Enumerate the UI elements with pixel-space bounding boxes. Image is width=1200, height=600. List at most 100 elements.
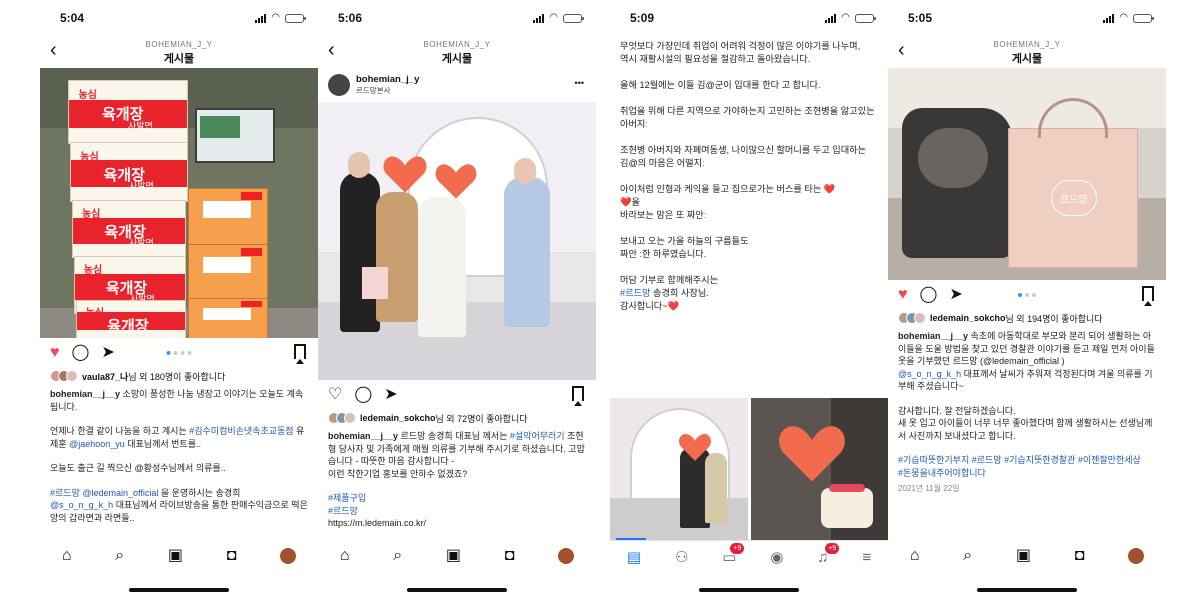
author-username[interactable]: bohemian_j_y [356, 74, 419, 85]
header-title: 게시물 [163, 53, 195, 65]
post-photo[interactable] [318, 102, 596, 380]
post-date: 2021년 11월 22일 [898, 484, 960, 493]
photo-grid [610, 398, 888, 540]
signal-icon [825, 13, 837, 23]
likes-username[interactable]: ledemain_sokcho [360, 413, 436, 423]
bookmark-icon[interactable] [294, 344, 306, 364]
hashtag-link[interactable]: #기습따뜻한기부지 #르드망 #기습지뜻한경찰관 #이젠잘만한세상 [898, 455, 1141, 465]
notifications-bell-icon[interactable]: ♫ +9 [817, 543, 840, 565]
body-text: 송경희 사장님. [650, 288, 709, 298]
facebook-post-screen: 5:09 ◠ 무엇보다 가장인데 취업이 어려워 걱정이 많은 이야기를 나누며… [610, 0, 888, 600]
back-arrow-icon[interactable]: ‹ [898, 40, 905, 60]
news-feed-icon[interactable]: ▤ [627, 550, 641, 565]
post-header: ‹ BOHEMIAN_J_Y 게시물 [318, 36, 596, 68]
post-photo[interactable]: 농심육개장사발면 농심육개장사발면 농심육개장사발면 농심육개장사발면 농심육개… [40, 68, 318, 338]
search-icon[interactable]: ⌕ [115, 548, 124, 564]
author-avatar[interactable] [328, 74, 350, 96]
post-location[interactable]: 르드망본사 [356, 85, 419, 96]
notifications-badge: +9 [825, 543, 840, 554]
bottom-nav: ⌂ ⌕ ▣ ◘ [318, 540, 596, 572]
share-icon[interactable]: ➤ [949, 287, 962, 303]
body-text: 감사합니다~❤️ [620, 301, 680, 311]
caption-username[interactable]: bohemian__j__y [898, 331, 968, 341]
menu-icon[interactable]: ≡ [862, 550, 871, 565]
mention-link[interactable]: @s_o_n_g_k_h [50, 500, 113, 510]
battery-icon [563, 13, 584, 23]
bookmark-icon[interactable] [572, 386, 584, 406]
shop-icon[interactable]: ◘ [505, 548, 515, 564]
likes-text: 님 외 180명이 좋아합니다 [128, 371, 226, 382]
comment-icon[interactable]: ◯ [72, 345, 90, 361]
caption-username[interactable]: bohemian__j__y [328, 431, 398, 441]
back-arrow-icon[interactable]: ‹ [328, 40, 335, 60]
share-icon[interactable]: ➤ [101, 345, 114, 361]
hashtag-link[interactable]: #김수미컴비손냇속초교동점 [189, 426, 293, 436]
reels-icon[interactable]: ▣ [168, 548, 183, 564]
caption-text: 언제나 한결 같이 나눔을 하고 계시는 [50, 426, 190, 436]
heart-sticker-icon [779, 426, 845, 482]
watch-icon[interactable]: ▭ +9 [722, 543, 745, 565]
post-photo[interactable]: 르드망 [888, 68, 1166, 280]
more-options-icon[interactable]: ••• [575, 78, 584, 88]
like-heart-icon[interactable]: ♡ [328, 387, 342, 403]
home-icon[interactable]: ⌂ [910, 548, 920, 564]
profile-avatar[interactable] [1128, 548, 1145, 564]
likes-text: 님 외 194명이 좋아합니다 [1005, 313, 1103, 324]
home-indicator [129, 588, 229, 592]
caption-username[interactable]: bohemian__j__y [50, 389, 120, 399]
bookmark-icon[interactable] [1142, 286, 1154, 306]
hashtag-link[interactable]: #르드망 [620, 288, 650, 298]
home-icon[interactable]: ⌂ [62, 548, 72, 564]
search-icon[interactable]: ⌕ [963, 548, 972, 564]
shop-icon[interactable]: ◘ [227, 548, 237, 564]
header-title: 게시물 [441, 53, 473, 65]
reels-icon[interactable]: ▣ [446, 548, 461, 564]
comment-icon[interactable]: ◯ [920, 287, 938, 303]
website-link[interactable]: https://m.ledemain.co.kr/ [328, 518, 426, 528]
mention-link[interactable]: @ledemain_official [82, 488, 158, 498]
profile-avatar[interactable] [558, 548, 575, 564]
hashtag-link[interactable]: #제품구입 [328, 493, 366, 503]
search-icon[interactable]: ⌕ [393, 548, 402, 564]
hashtag-link[interactable]: #설악어무러기 [510, 431, 565, 441]
liker-avatars [50, 370, 78, 382]
comment-icon[interactable]: ◯ [354, 387, 372, 403]
likes-row: ledemain_sokcho 님 외 72명이 좋아합니다 [318, 410, 596, 426]
share-icon[interactable]: ➤ [384, 387, 397, 403]
shop-icon[interactable]: ◘ [1075, 548, 1085, 564]
body-text: 조현병 아버지와 자폐여동생, 나이많으신 할머니를 두고 입대하는 [620, 145, 867, 155]
profile-icon[interactable]: ◉ [770, 550, 783, 565]
mention-link[interactable]: @s_o_n_g_k_h [898, 369, 961, 379]
profile-avatar[interactable] [280, 548, 297, 564]
likes-row: vaula87_나 님 외 180명이 좋아합니다 [40, 368, 318, 384]
battery-icon [1133, 13, 1154, 23]
body-text: 바라보는 맘은 또 짜안ː [620, 210, 707, 220]
mention-link[interactable]: @jaehoon_yu [69, 439, 125, 449]
status-icons: ◠ [825, 12, 876, 23]
bag-logo: 르드망 [1051, 180, 1097, 216]
hashtag-link[interactable]: #르드망 [328, 506, 358, 516]
post-photo[interactable] [751, 398, 888, 540]
reels-icon[interactable]: ▣ [1016, 548, 1031, 564]
hashtag-link[interactable]: #돈뭉을내주어야합니다 [898, 468, 986, 478]
hashtag-link[interactable]: #르드망 [50, 488, 80, 498]
heart-sticker-icon [679, 433, 711, 461]
likes-username[interactable]: vaula87_나 [82, 370, 128, 383]
status-time: 5:06 [338, 11, 363, 25]
home-icon[interactable]: ⌂ [340, 548, 350, 564]
mention-link[interactable]: (@ledemain_official ) [980, 356, 1065, 366]
friends-icon[interactable]: ⚇ [675, 550, 688, 565]
facebook-bottom-nav: ▤ ⚇ ▭ +9 ◉ ♫ +9 ≡ [610, 540, 888, 574]
instagram-post-screen-3: 5:05 ◠ ‹ BOHEMIAN_J_Y 게시물 르드망 ♥ ◯ ➤ lede… [888, 0, 1166, 600]
post-photo[interactable] [610, 398, 748, 540]
like-heart-icon[interactable]: ♥ [898, 287, 908, 303]
body-text: 아이처럼 인형과 케익을 들고 집으로가는 버스를 타는 ❤️ [620, 184, 836, 194]
watch-badge: +9 [730, 543, 745, 554]
bottom-nav: ⌂ ⌕ ▣ ◘ [40, 540, 318, 572]
wifi-icon: ◠ [841, 12, 850, 23]
likes-username[interactable]: ledemain_sokcho [930, 313, 1006, 323]
back-arrow-icon[interactable]: ‹ [50, 40, 57, 60]
status-time: 5:04 [60, 11, 85, 25]
liker-avatars [328, 412, 356, 424]
like-heart-icon[interactable]: ♥ [50, 345, 60, 361]
